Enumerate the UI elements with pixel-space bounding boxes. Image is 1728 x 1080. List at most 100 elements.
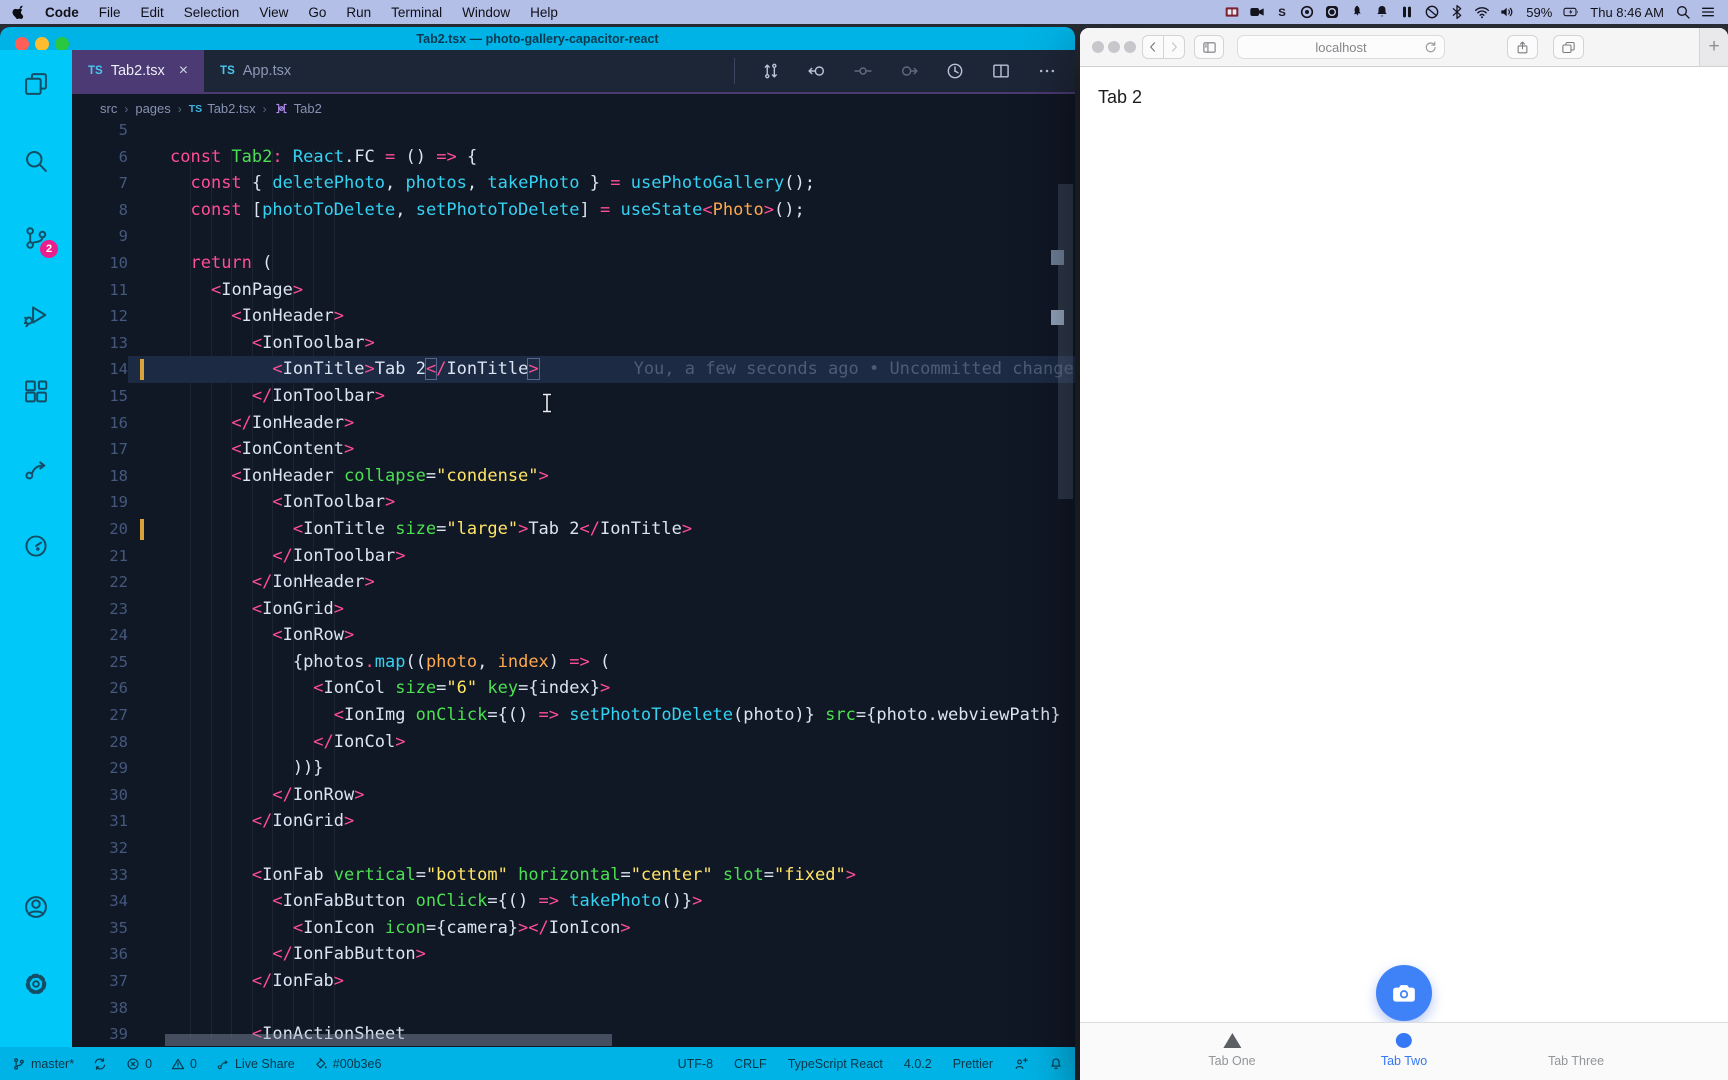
menu-item-window[interactable]: Window [452,0,520,24]
breadcrumb-item-pages[interactable]: pages [135,101,170,116]
nav-circle-icon[interactable] [853,61,873,81]
code-line[interactable]: 5 [72,123,1075,144]
compare-changes-icon[interactable] [761,61,781,81]
close-tab-icon[interactable]: × [179,62,188,80]
sidebar-item-search[interactable] [22,147,50,175]
breadcrumb-item-src[interactable]: src [100,101,117,116]
menu-item-edit[interactable]: Edit [131,0,174,24]
code-line[interactable]: 27 <IonImg onClick={() => setPhotoToDele… [72,702,1075,729]
status-item-notification-bell[interactable] [1049,1057,1063,1071]
code-line[interactable]: 7 const { deletePhoto, photos, takePhoto… [72,170,1075,197]
code-line[interactable]: 11 <IonPage> [72,277,1075,304]
spotlight-icon[interactable] [1675,4,1691,20]
code-line[interactable]: 31 </IonGrid> [72,808,1075,835]
camera-fab-button[interactable] [1376,965,1432,1021]
tab-tab-two[interactable]: Tab Two [1381,1032,1427,1068]
breadcrumb[interactable]: src › pages › TS Tab2.tsx › Tab2 [72,94,1075,123]
code-line[interactable]: 35 <IonIcon icon={camera}></IonIcon> [72,915,1075,942]
code-line[interactable]: 24 <IonRow> [72,622,1075,649]
apple-icon[interactable] [12,4,27,21]
tabs-overview-button[interactable] [1553,35,1584,59]
code-line[interactable]: 36 </IonFabButton> [72,941,1075,968]
battery-icon[interactable] [1563,4,1579,20]
code-line[interactable]: 25 {photos.map((photo, index) => ( [72,649,1075,676]
videocam-icon[interactable] [1249,4,1265,20]
status-item-typescript-react[interactable]: TypeScript React [788,1057,883,1071]
code-line[interactable]: 16 </IonHeader> [72,410,1075,437]
menu-item-run[interactable]: Run [336,0,381,24]
code-editor[interactable]: 5 6 const Tab2: React.FC = () => {7 const … [72,123,1075,1047]
code-line[interactable]: 20 <IonTitle size="large">Tab 2</IonTitl… [72,516,1075,543]
code-line[interactable]: 19 <IonToolbar> [72,489,1075,516]
menu-item-go[interactable]: Go [298,0,336,24]
nav-forward-icon[interactable] [899,61,919,81]
screen-record-icon[interactable] [1324,4,1340,20]
bell-icon[interactable] [1374,4,1390,20]
status-item-0[interactable]: 0 [171,1057,197,1071]
code-line[interactable]: 30 </IonRow> [72,782,1075,809]
minimize-traffic-light[interactable] [35,36,49,51]
status-item--00b3e6[interactable]: #00b3e6 [314,1057,381,1071]
reload-icon[interactable] [1423,40,1438,55]
code-line[interactable]: 21 </IonToolbar> [72,543,1075,570]
minimize-traffic-light[interactable] [1108,41,1120,53]
code-line[interactable]: 33 <IonFab vertical="bottom" horizontal=… [72,862,1075,889]
code-line[interactable]: 18 <IonHeader collapse="condense"> [72,463,1075,490]
sidebar-item-live-share[interactable] [22,455,50,483]
status-item-sync[interactable] [93,1057,107,1071]
status-item-live-share[interactable]: Live Share [216,1057,295,1071]
sidebar-item-settings[interactable] [22,970,50,998]
close-traffic-light[interactable] [1092,41,1104,53]
tab-app-tsx[interactable]: TS App.tsx [204,50,307,92]
code-line[interactable]: 14 <IonTitle>Tab 2</IonTitle> You, a few … [72,356,1075,383]
sidebar-button[interactable] [1194,35,1224,59]
sidebar-item-account[interactable] [22,893,50,921]
volume-icon[interactable] [1499,4,1515,20]
code-line[interactable]: 37 </IonFab> [72,968,1075,995]
code-line[interactable]: 8 const [photoToDelete, setPhotoToDelete… [72,197,1075,224]
code-line[interactable]: 32 [72,835,1075,862]
menu-item-code[interactable]: Code [35,0,89,24]
menu-item-terminal[interactable]: Terminal [381,0,452,24]
sidebar-item-timeline[interactable] [22,532,50,560]
status-item-master-[interactable]: master* [12,1057,74,1071]
code-line[interactable]: 13 <IonToolbar> [72,330,1075,357]
forward-button[interactable] [1163,35,1185,59]
tab-tab2-tsx[interactable]: TS Tab2.tsx × [72,50,205,92]
code-line[interactable]: 22 </IonHeader> [72,569,1075,596]
share-button[interactable] [1507,35,1538,59]
vertical-scrollbar[interactable] [1058,184,1073,499]
code-line[interactable]: 23 <IonGrid> [72,596,1075,623]
code-line[interactable]: 34 <IonFabButton onClick={() => takePhot… [72,888,1075,915]
code-line[interactable]: 10 return ( [72,250,1075,277]
breadcrumb-item-tab2-tsx[interactable]: TS Tab2.tsx [189,101,256,116]
address-bar[interactable]: localhost [1237,35,1445,59]
code-line[interactable]: 29 ))} [72,755,1075,782]
sidebar-item-extensions[interactable] [22,378,50,406]
status-item-crlf[interactable]: CRLF [734,1057,767,1071]
rocket-icon[interactable] [1349,4,1365,20]
menu-item-file[interactable]: File [89,0,131,24]
new-tab-button[interactable]: + [1699,28,1728,66]
horizontal-scrollbar[interactable] [165,1034,612,1046]
menu-item-help[interactable]: Help [520,0,568,24]
code-line[interactable]: 12 <IonHeader> [72,303,1075,330]
back-button[interactable] [1142,35,1164,59]
wifi-icon[interactable] [1474,4,1490,20]
pause-bars-icon[interactable] [1399,4,1415,20]
close-traffic-light[interactable] [15,36,29,51]
sidebar-item-explorer[interactable] [22,70,50,98]
tab-tab-one[interactable]: Tab One [1208,1032,1256,1068]
code-line[interactable]: 15 </IonToolbar> [72,383,1075,410]
menu-item-view[interactable]: View [249,0,298,24]
status-item-4-0-2[interactable]: 4.0.2 [904,1057,932,1071]
status-item-utf-8[interactable]: UTF-8 [678,1057,713,1071]
sidebar-item-run-debug[interactable] [22,301,50,329]
menu-item-selection[interactable]: Selection [174,0,250,24]
tab-tab-three[interactable]: Tab Three [1548,1032,1604,1068]
code-line[interactable]: 9 [72,223,1075,250]
do-not-disturb-icon[interactable] [1424,4,1440,20]
status-item-feedback[interactable] [1014,1057,1028,1071]
split-editor-icon[interactable] [991,61,1011,81]
zoom-traffic-light[interactable] [1124,41,1136,53]
